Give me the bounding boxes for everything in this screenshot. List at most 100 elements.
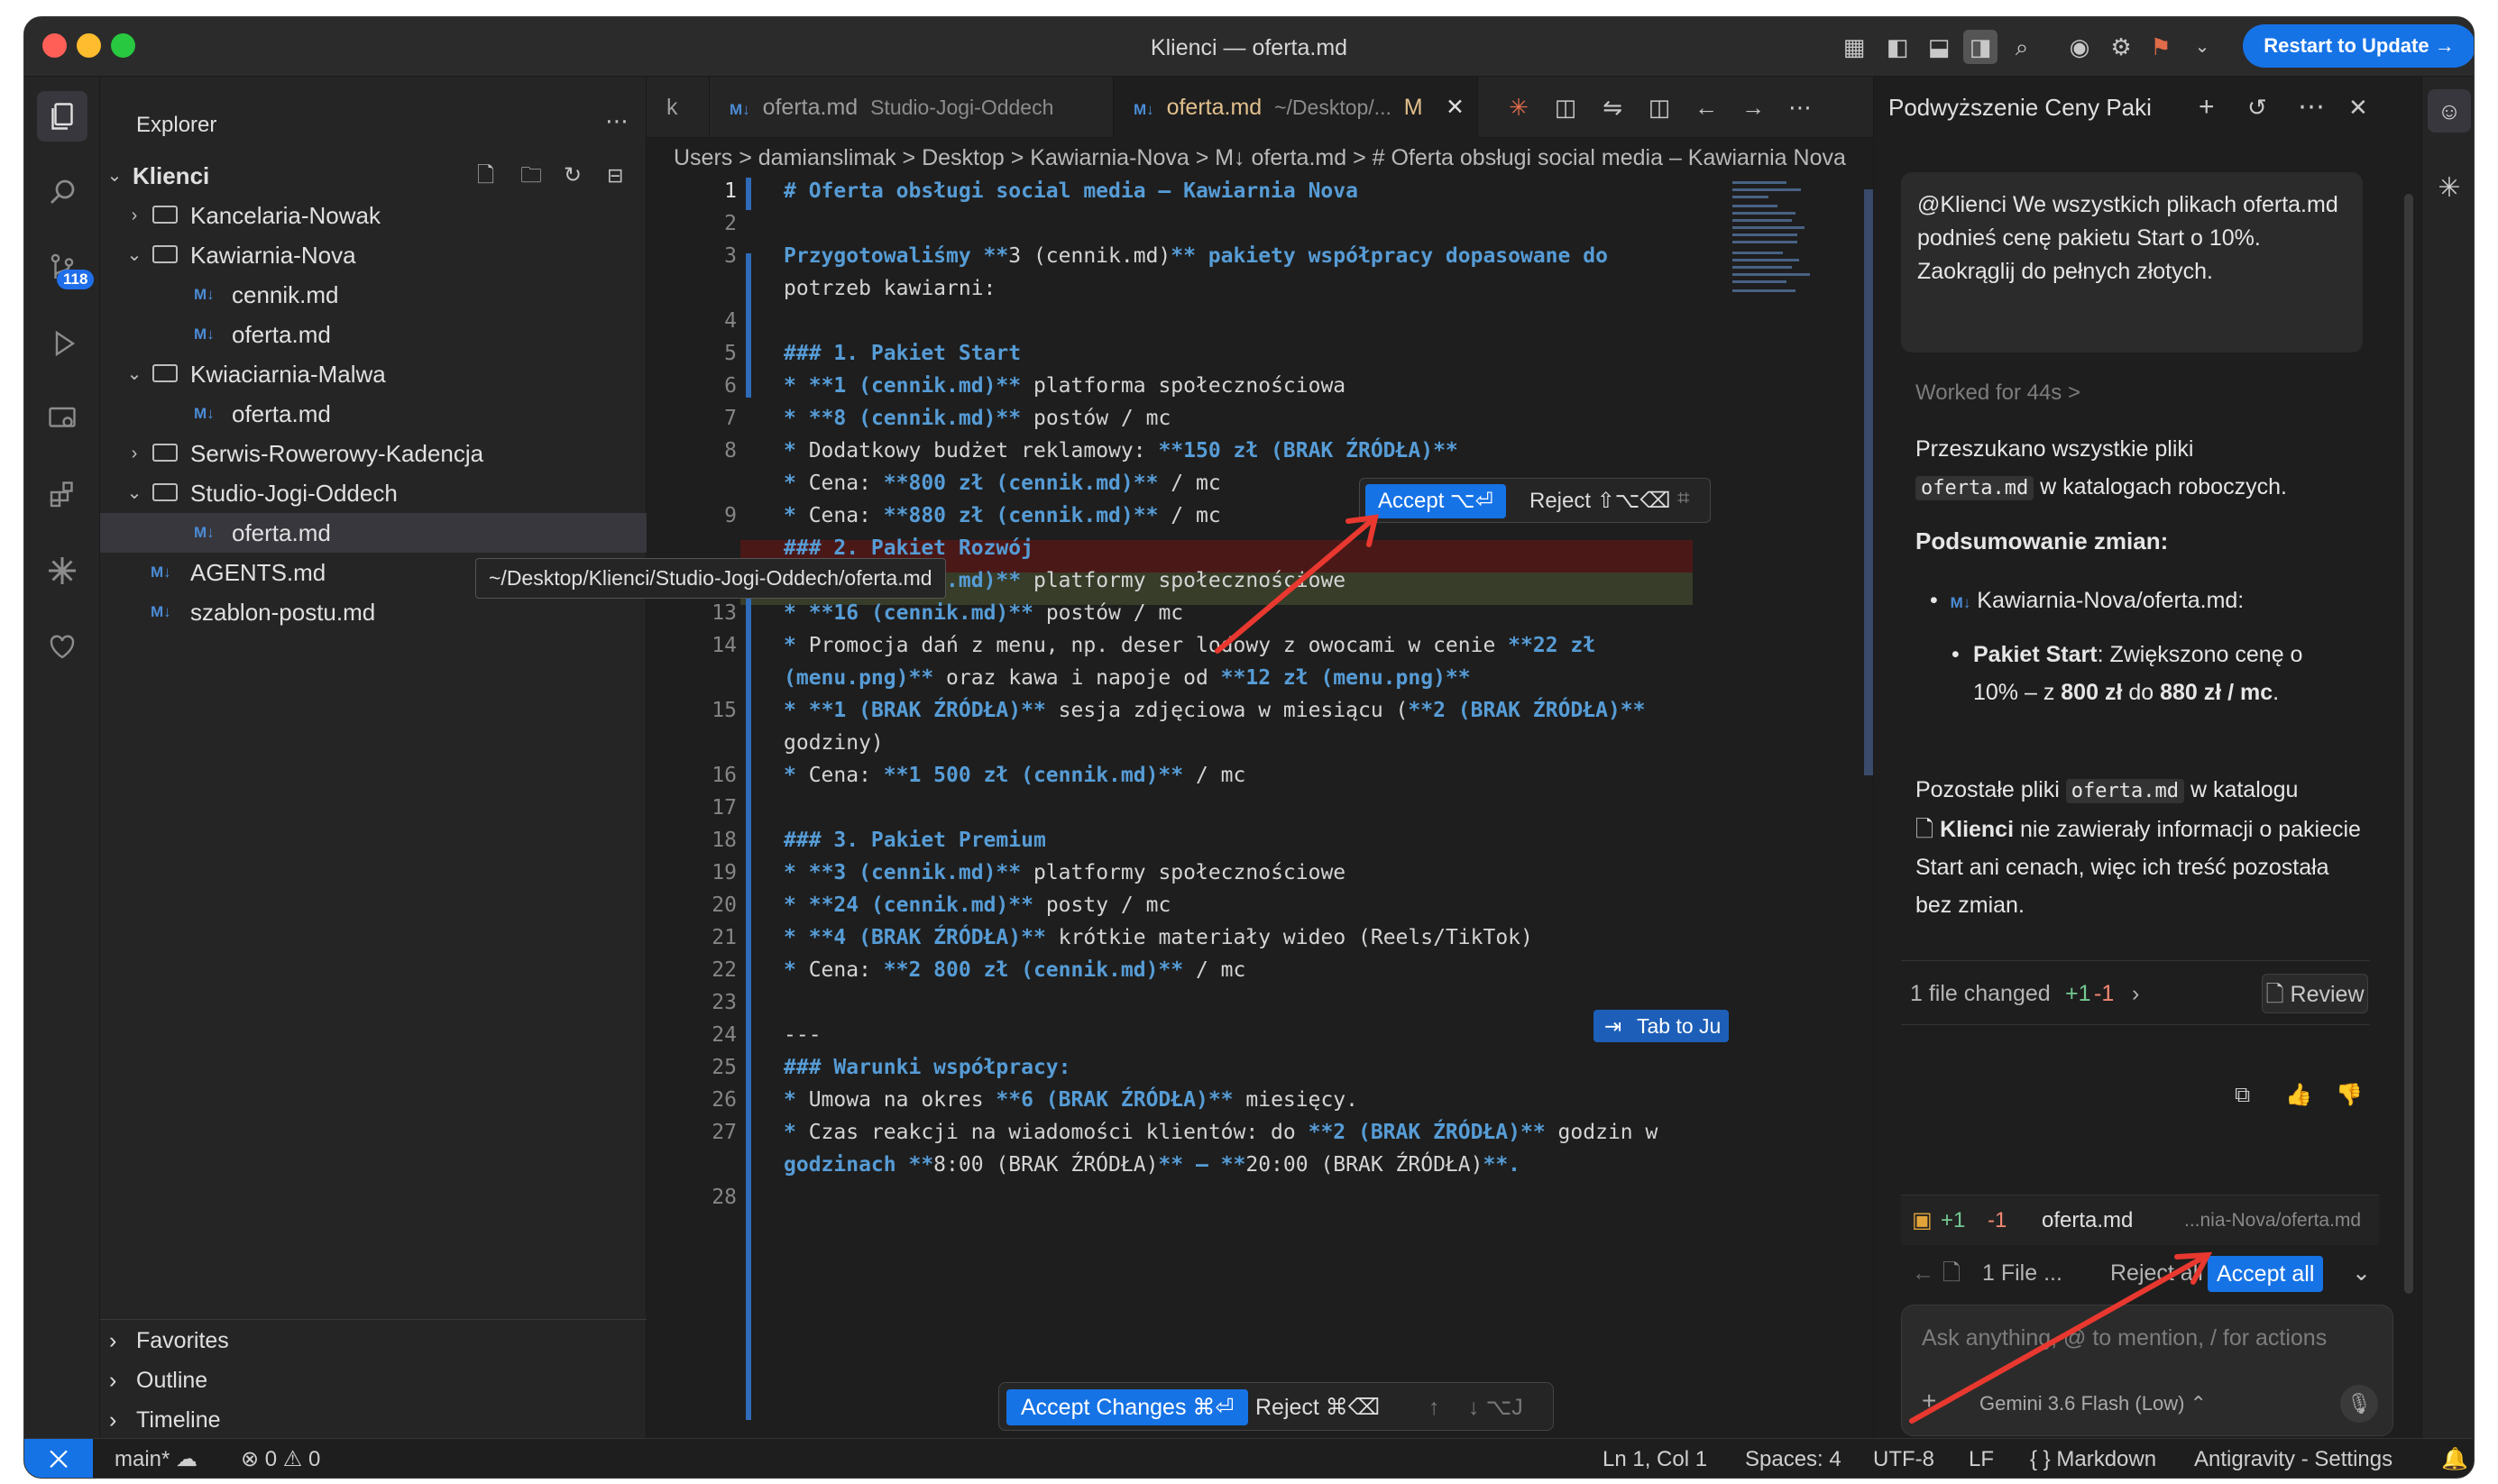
- code-line[interactable]: * **1 (cennik.md)** platforma społecznoś…: [784, 374, 1345, 398]
- tree-file[interactable]: M↓ oferta.md: [100, 394, 647, 434]
- go-forward-icon[interactable]: →: [1736, 90, 1770, 124]
- tree-folder[interactable]: ⌄ Kwiaciarnia-Malwa: [100, 354, 647, 394]
- restart-to-update-button[interactable]: Restart to Update →: [2243, 24, 2474, 68]
- layout-icon[interactable]: ▦: [1837, 30, 1871, 64]
- notifications-bell-icon[interactable]: 🔔: [2441, 1439, 2468, 1478]
- code-line[interactable]: ### 2. Pakiet Rozwój: [784, 536, 1033, 560]
- tree-folder[interactable]: ⌄ Studio-Jogi-Oddech: [100, 473, 647, 513]
- tab-partial[interactable]: k: [647, 77, 710, 138]
- compare-changes-icon[interactable]: ⇋: [1595, 90, 1630, 124]
- open-preview-icon[interactable]: ◫: [1548, 90, 1583, 124]
- code-line[interactable]: godziny): [784, 731, 884, 755]
- back-arrow-icon[interactable]: ←: [1912, 1249, 1934, 1297]
- worked-duration[interactable]: Worked for 44s >: [1915, 374, 2384, 412]
- thumbs-down-icon[interactable]: 👎: [2336, 1077, 2363, 1113]
- chat-input-placeholder[interactable]: Ask anything, @ to mention, / for action…: [1922, 1325, 2327, 1351]
- code-line[interactable]: * Dodatkowy budżet reklamowy: **150 zł (…: [784, 439, 1458, 463]
- tree-folder[interactable]: › Serwis-Rowerowy-Kadencja: [100, 434, 647, 473]
- inline-reject-button[interactable]: Reject ⇧⌥⌫: [1529, 484, 1670, 518]
- tree-file[interactable]: M↓ oferta.md: [100, 315, 647, 354]
- code-line[interactable]: * **1 (BRAK ŹRÓDŁA)** sesja zdjęciowa w …: [784, 699, 1646, 722]
- cursor-position[interactable]: Ln 1, Col 1: [1603, 1439, 1707, 1478]
- tab-oferta-studio[interactable]: M↓ oferta.md Studio-Jogi-Oddech: [710, 77, 1114, 138]
- history-icon[interactable]: ↺: [2247, 77, 2267, 138]
- code-line[interactable]: * Promocja dań z menu, np. deser lodowy …: [784, 634, 1595, 657]
- user-prompt[interactable]: @Klienci We wszystkich plikach oferta.md…: [1901, 172, 2363, 353]
- explorer-files-icon[interactable]: [37, 91, 87, 142]
- tree-root-klienci[interactable]: ⌄ Klienci 🗋 🗀 ↻ ⊟: [100, 156, 647, 196]
- browser-icon[interactable]: ◉: [2062, 30, 2097, 64]
- tab-oferta-kawiarnia[interactable]: M↓ oferta.md ~/Desktop/... M ✕: [1114, 77, 1478, 138]
- collapse-icon[interactable]: ⌗: [1677, 486, 1690, 511]
- search-icon[interactable]: [37, 167, 87, 217]
- chat-scrollbar[interactable]: [2404, 194, 2413, 1294]
- encoding[interactable]: UTF-8: [1873, 1439, 1934, 1478]
- indentation[interactable]: Spaces: 4: [1745, 1439, 1841, 1478]
- extensions-icon[interactable]: [37, 470, 87, 520]
- new-chat-icon[interactable]: +: [2199, 77, 2215, 138]
- more-actions-icon[interactable]: ⋯: [1783, 90, 1817, 124]
- branch-indicator[interactable]: main* ☁: [115, 1439, 197, 1478]
- section-timeline[interactable]: › Timeline: [100, 1400, 647, 1440]
- section-favorites[interactable]: › Favorites: [100, 1321, 647, 1360]
- agent-bot-icon[interactable]: ☺: [2428, 89, 2471, 133]
- files-changed-summary[interactable]: 1 file changed +1 -1 › 🗋 Review: [1901, 960, 2370, 1025]
- extension-icon[interactable]: ⚑: [2144, 30, 2178, 64]
- code-line[interactable]: godzinach **8:00 (BRAK ŹRÓDŁA)** – **20:…: [784, 1153, 1520, 1177]
- chevron-down-icon[interactable]: ⌄: [2185, 30, 2219, 64]
- code-line[interactable]: * **24 (cennik.md)** posty / mc: [784, 893, 1171, 917]
- tree-folder[interactable]: ⌄ Kawiarnia-Nova: [100, 235, 647, 275]
- inline-accept-button[interactable]: Accept ⌥⏎: [1365, 484, 1506, 518]
- code-line[interactable]: # Oferta obsługi social media – Kawiarni…: [784, 179, 1358, 203]
- remote-explorer-icon[interactable]: [37, 394, 87, 444]
- tab-to-jump-hint[interactable]: ⇥ Tab to Ju: [1593, 1010, 1729, 1042]
- accept-changes-button[interactable]: Accept Changes ⌘⏎: [1006, 1389, 1249, 1425]
- run-debug-icon[interactable]: [37, 318, 87, 369]
- search-icon[interactable]: ⌕: [2005, 30, 2039, 64]
- tree-folder[interactable]: › Kancelaria-Nowak: [100, 196, 647, 235]
- section-outline[interactable]: › Outline: [100, 1360, 647, 1400]
- settings-gear-icon[interactable]: ⚙: [2104, 30, 2138, 64]
- model-selector[interactable]: Gemini 3.6 Flash (Low) ⌃: [1979, 1392, 2207, 1415]
- source-control-icon[interactable]: 118: [37, 243, 95, 293]
- code-line[interactable]: * **8 (cennik.md)** postów / mc: [784, 407, 1171, 430]
- remote-indicator-icon[interactable]: ⨉: [24, 1439, 93, 1478]
- more-actions-icon[interactable]: ⋯: [2298, 77, 2325, 138]
- code-line[interactable]: ---: [784, 1023, 822, 1047]
- code-line[interactable]: Przygotowaliśmy **3 (cennik.md)** pakiet…: [784, 244, 1608, 268]
- code-line[interactable]: potrzeb kawiarni:: [784, 277, 996, 300]
- code-line[interactable]: * Cena: **1 500 zł (cennik.md)** / mc: [784, 764, 1245, 787]
- code-line[interactable]: ### Warunki współpracy:: [784, 1056, 1071, 1079]
- chat-input-box[interactable]: Ask anything, @ to mention, / for action…: [1901, 1305, 2393, 1436]
- close-tab-icon[interactable]: ✕: [1446, 77, 1465, 138]
- next-change-icon[interactable]: ↓ ⌥J: [1468, 1383, 1523, 1432]
- agent-spark-icon[interactable]: ✳: [2428, 167, 2471, 210]
- tree-file[interactable]: M↓ cennik.md: [100, 275, 647, 315]
- go-back-icon[interactable]: ←: [1689, 90, 1723, 124]
- copy-icon[interactable]: ⧉: [2235, 1077, 2250, 1113]
- reject-changes-button[interactable]: Reject ⌘⌫: [1255, 1383, 1380, 1432]
- end-of-line[interactable]: LF: [1969, 1439, 1994, 1478]
- toggle-secondary-sidebar-icon[interactable]: ◨: [1963, 30, 1997, 64]
- new-folder-icon[interactable]: 🗀: [520, 156, 542, 196]
- code-line[interactable]: ### 3. Pakiet Premium: [784, 829, 1046, 852]
- split-editor-icon[interactable]: ◫: [1642, 90, 1676, 124]
- reject-all-button[interactable]: Reject all: [2110, 1249, 2203, 1297]
- agent-spark-icon[interactable]: [37, 545, 87, 596]
- toggle-sidebar-icon[interactable]: ◧: [1880, 30, 1915, 64]
- toggle-panel-icon[interactable]: ⬓: [1922, 30, 1956, 64]
- tree-file-selected[interactable]: M↓ oferta.md: [100, 513, 647, 553]
- accept-all-button[interactable]: Accept all: [2208, 1256, 2324, 1292]
- code-line[interactable]: * Cena: **800 zł (cennik.md)** / mc: [784, 472, 1221, 495]
- code-line[interactable]: * **4 (BRAK ŹRÓDŁA)** krótkie materiały …: [784, 926, 1533, 949]
- language-mode[interactable]: { } Markdown: [2030, 1439, 2156, 1478]
- code-line[interactable]: ### 1. Pakiet Start: [784, 342, 1021, 365]
- file-count[interactable]: 1 File ...: [1982, 1249, 2062, 1297]
- close-panel-icon[interactable]: ✕: [2348, 77, 2368, 138]
- code-line[interactable]: * Umowa na okres **6 (BRAK ŹRÓDŁA)** mie…: [784, 1088, 1358, 1112]
- changed-file-row[interactable]: ▣ +1 -1 oferta.md ...nia-Nova/oferta.md: [1901, 1195, 2379, 1245]
- code-line[interactable]: * Cena: **2 800 zł (cennik.md)** / mc: [784, 958, 1245, 982]
- code-line[interactable]: * **3 (cennik.md)** platformy społecznoś…: [784, 861, 1345, 884]
- settings-status[interactable]: Antigravity - Settings: [2194, 1439, 2392, 1478]
- add-context-icon[interactable]: +: [1922, 1387, 1936, 1415]
